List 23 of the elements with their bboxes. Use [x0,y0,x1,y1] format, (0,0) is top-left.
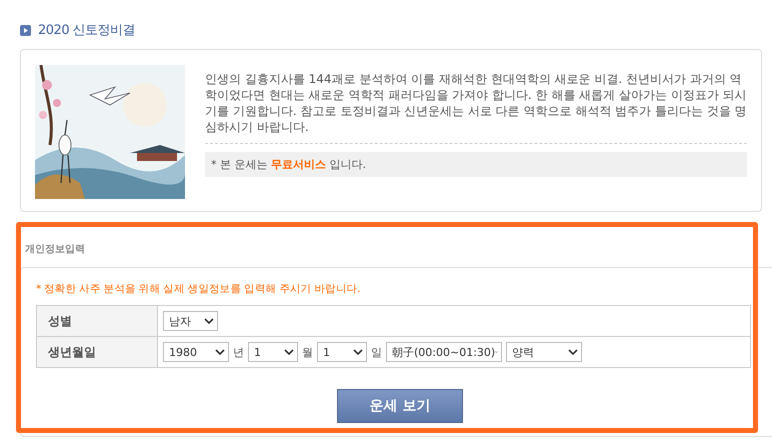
dropdown[interactable]: 남자 [163,311,218,331]
dropdown[interactable]: 1 [248,342,298,362]
dropdown[interactable]: 양력 [506,342,582,362]
chevron-icon [568,349,578,355]
free-service-notice: * 본 운세는 무료서비스 입니다. [205,152,747,177]
unit-label: 일 [371,344,382,360]
section-title: 2020 신토정비결 [38,22,136,39]
description-text: 인생의 길흉지사를 144괘로 분석하여 이를 재해석한 현대역학의 새로운 비결. 천년비서가 과거의 역학이었다면 현대는 새로운 역학적 패러다임을 가져야 합니다. 한 해를 새롭게 살아가는 이정표가 되시기를 기원합니다. 참고로 토정비결과 신년운세는 서로 다른 역학으로 해석적 범주가 틀리다는 것을 명심하시기 바랍니다. [205,71,747,144]
unit-label: 월 [302,344,313,360]
chevron-icon [353,349,363,355]
hint-text: * 정확한 사주 분석을 위해 실제 생일정보를 입력해 주시기 바랍니다. [36,282,362,296]
row-label: 생년월일 [37,337,158,367]
unit-label: 년 [233,344,244,360]
chevron-icon [204,318,214,324]
dropdown[interactable]: 朝子(00:00~01:30) [386,342,502,362]
form-heading: 개인정보입력 [25,243,86,257]
dropdown[interactable]: 1980 [163,342,229,362]
row-label: 성별 [37,306,158,336]
chevron-icon [284,349,294,355]
dropdown[interactable]: 1 [317,342,367,362]
chevron-icon [215,349,225,355]
submit-button[interactable]: 운세 보기 [337,389,463,423]
bullet-icon [20,24,31,36]
